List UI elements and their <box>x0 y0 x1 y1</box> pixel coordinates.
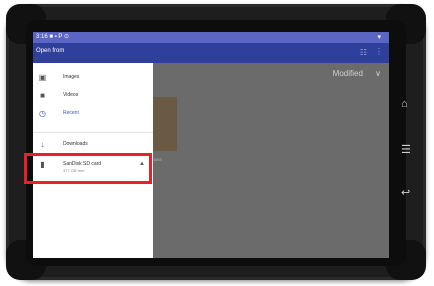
file-thumbnail-label: IMG <box>154 157 162 162</box>
drawer-item-videos[interactable]: ■ Videos <box>33 87 153 105</box>
drawer-divider <box>33 132 153 133</box>
status-time: 3:16 ■ ▪ P ⊙ <box>36 34 70 40</box>
drawer-item-images[interactable]: ▣ Images <box>33 69 153 87</box>
image-icon: ▣ <box>38 73 47 82</box>
grid-view-icon[interactable]: ☷ <box>360 48 367 57</box>
drawer-item-label: Recent <box>63 110 79 116</box>
menu-icon[interactable]: ☰ <box>401 143 411 156</box>
drawer-item-downloads[interactable]: ↓ Downloads <box>33 136 153 154</box>
wifi-icon: ▾ <box>377 34 381 41</box>
app-bar: Open from ☷ ⋮ <box>33 43 389 63</box>
file-list-area: Modified ∨ IMG <box>153 63 389 258</box>
drawer-item-label: Images <box>63 74 80 80</box>
clock-icon: ◷ <box>39 109 46 118</box>
drawer-item-recent[interactable]: ◷ Recent <box>33 105 153 123</box>
sort-control[interactable]: Modified ∨ <box>333 69 381 78</box>
app-bar-title: Open from <box>36 48 65 54</box>
download-icon: ↓ <box>40 140 45 149</box>
back-icon[interactable]: ↩ <box>401 186 410 199</box>
chevron-down-icon[interactable]: ∨ <box>375 69 381 78</box>
device-screen: 3:16 ■ ▪ P ⊙ ▾ Open from ☷ ⋮ Modified ∨ … <box>33 32 389 258</box>
sort-label: Modified <box>332 69 363 78</box>
status-bar: 3:16 ■ ▪ P ⊙ ▾ <box>33 32 389 43</box>
home-icon[interactable]: ⌂ <box>401 98 408 110</box>
file-thumbnail[interactable] <box>153 97 177 151</box>
more-options-icon[interactable]: ⋮ <box>375 47 383 56</box>
drawer-item-label: Videos <box>63 92 79 98</box>
sd-card-highlight-box <box>24 153 152 184</box>
video-icon: ■ <box>40 91 45 100</box>
drawer-item-label: Downloads <box>63 141 88 147</box>
